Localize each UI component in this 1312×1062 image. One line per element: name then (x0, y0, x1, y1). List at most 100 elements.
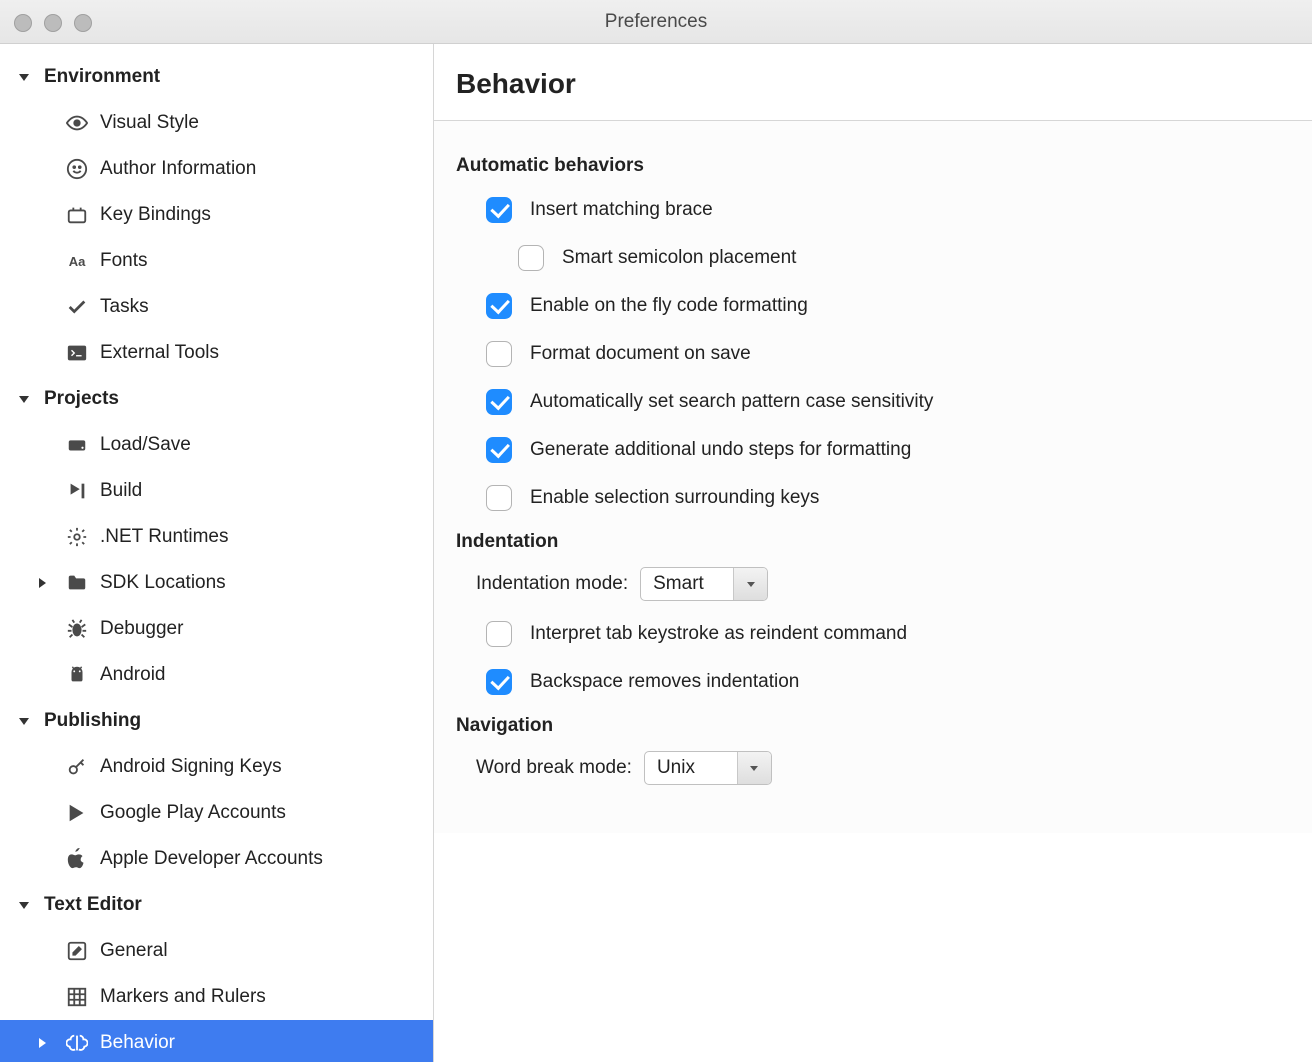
sidebar-item-markers-and-rulers[interactable]: Markers and Rulers (0, 974, 433, 1020)
sidebar-category-label: Projects (44, 388, 119, 410)
option-enable-on-the-fly-code-formatting[interactable]: Enable on the fly code formatting (484, 291, 1290, 321)
disclosure-triangle-right-icon (36, 577, 56, 589)
sidebar-item-label: SDK Locations (100, 572, 226, 594)
option-auto-case-sensitivity[interactable]: Automatically set search pattern case se… (484, 387, 1290, 417)
bug-icon (64, 616, 90, 642)
sidebar-item-label: External Tools (100, 342, 219, 364)
checkbox[interactable] (486, 197, 512, 223)
zoom-window-button[interactable] (74, 14, 92, 32)
option-smart-semicolon-placement[interactable]: Smart semicolon placement (516, 243, 1290, 273)
play-store-icon (64, 800, 90, 826)
page-title: Behavior (434, 44, 1312, 121)
checkbox[interactable] (486, 669, 512, 695)
section-heading-indentation: Indentation (456, 531, 1290, 553)
sidebar-item-key-bindings[interactable]: Key Bindings (0, 192, 433, 238)
sidebar-item-label: Behavior (100, 1032, 175, 1054)
terminal-icon (64, 340, 90, 366)
key-icon (64, 754, 90, 780)
sidebar-item-build[interactable]: Build (0, 468, 433, 514)
sidebar-item-label: Visual Style (100, 112, 199, 134)
disclosure-triangle-right-icon (36, 1037, 56, 1049)
option-label: Insert matching brace (530, 199, 713, 221)
sidebar-item-sdk-locations[interactable]: SDK Locations (0, 560, 433, 606)
indentation-mode-dropdown[interactable]: Smart (640, 567, 768, 601)
checkbox[interactable] (486, 621, 512, 647)
sidebar-item-label: Key Bindings (100, 204, 211, 226)
minimize-window-button[interactable] (44, 14, 62, 32)
sidebar-item-load-save[interactable]: Load/Save (0, 422, 433, 468)
rulers-icon (64, 984, 90, 1010)
sidebar-item-android-signing-keys[interactable]: Android Signing Keys (0, 744, 433, 790)
sidebar-item-behavior[interactable]: Behavior (0, 1020, 433, 1062)
sidebar-item-label: Apple Developer Accounts (100, 848, 323, 870)
disclosure-triangle-down-icon (18, 715, 38, 727)
option-backspace-removes-indentation[interactable]: Backspace removes indentation (484, 667, 1290, 697)
disclosure-triangle-down-icon (18, 899, 38, 911)
apple-icon (64, 846, 90, 872)
sidebar-item-label: Fonts (100, 250, 148, 272)
section-heading-automatic-behaviors: Automatic behaviors (456, 155, 1290, 177)
option-label: Format document on save (530, 343, 751, 365)
fonts-icon: Aa (64, 248, 90, 274)
sidebar-item-label: Android (100, 664, 166, 686)
option-insert-matching-brace[interactable]: Insert matching brace (484, 195, 1290, 225)
checkbox[interactable] (518, 245, 544, 271)
option-label: Automatically set search pattern case se… (530, 391, 933, 413)
option-enable-selection-surrounding-keys[interactable]: Enable selection surrounding keys (484, 483, 1290, 513)
option-label: Enable selection surrounding keys (530, 487, 819, 509)
preferences-sidebar[interactable]: Environment Visual Style Author Informat… (0, 44, 434, 1062)
option-label: Generate additional undo steps for forma… (530, 439, 911, 461)
sidebar-item-android[interactable]: Android (0, 652, 433, 698)
sidebar-item-visual-style[interactable]: Visual Style (0, 100, 433, 146)
option-label: Interpret tab keystroke as reindent comm… (530, 623, 907, 645)
sidebar-item-google-play-accounts[interactable]: Google Play Accounts (0, 790, 433, 836)
option-label: Enable on the fly code formatting (530, 295, 808, 317)
chevron-down-icon (733, 568, 767, 600)
field-label: Word break mode: (476, 757, 632, 779)
sidebar-item-label: .NET Runtimes (100, 526, 228, 548)
sidebar-category-projects[interactable]: Projects (0, 376, 433, 422)
drive-icon (64, 432, 90, 458)
dropdown-value: Smart (641, 568, 733, 600)
sidebar-item-author-information[interactable]: Author Information (0, 146, 433, 192)
sidebar-item-label: Debugger (100, 618, 183, 640)
option-format-document-on-save[interactable]: Format document on save (484, 339, 1290, 369)
field-indentation-mode: Indentation mode: Smart (476, 567, 1290, 601)
sidebar-category-environment[interactable]: Environment (0, 54, 433, 100)
checkbox[interactable] (486, 389, 512, 415)
option-undo-steps-for-formatting[interactable]: Generate additional undo steps for forma… (484, 435, 1290, 465)
checkbox[interactable] (486, 485, 512, 511)
field-word-break-mode: Word break mode: Unix (476, 751, 1290, 785)
checkbox[interactable] (486, 293, 512, 319)
sidebar-item-fonts[interactable]: Aa Fonts (0, 238, 433, 284)
chevron-down-icon (737, 752, 771, 784)
option-interpret-tab-as-reindent[interactable]: Interpret tab keystroke as reindent comm… (484, 619, 1290, 649)
smile-icon (64, 156, 90, 182)
brain-icon (64, 1030, 90, 1056)
close-window-button[interactable] (14, 14, 32, 32)
word-break-mode-dropdown[interactable]: Unix (644, 751, 772, 785)
sidebar-item-debugger[interactable]: Debugger (0, 606, 433, 652)
play-flag-icon (64, 478, 90, 504)
sidebar-item-label: Google Play Accounts (100, 802, 286, 824)
window-controls (14, 14, 92, 32)
option-label: Smart semicolon placement (562, 247, 796, 269)
sidebar-item-net-runtimes[interactable]: .NET Runtimes (0, 514, 433, 560)
sidebar-item-tasks[interactable]: Tasks (0, 284, 433, 330)
gear-icon (64, 524, 90, 550)
eye-icon (64, 110, 90, 136)
sidebar-item-external-tools[interactable]: External Tools (0, 330, 433, 376)
sidebar-item-label: Markers and Rulers (100, 986, 266, 1008)
sidebar-item-apple-developer-accounts[interactable]: Apple Developer Accounts (0, 836, 433, 882)
sidebar-category-publishing[interactable]: Publishing (0, 698, 433, 744)
edit-icon (64, 938, 90, 964)
sidebar-category-text-editor[interactable]: Text Editor (0, 882, 433, 928)
sidebar-item-label: Android Signing Keys (100, 756, 282, 778)
disclosure-triangle-down-icon (18, 71, 38, 83)
checkbox[interactable] (486, 437, 512, 463)
sidebar-category-label: Environment (44, 66, 160, 88)
checkbox[interactable] (486, 341, 512, 367)
keybinding-icon (64, 202, 90, 228)
titlebar: Preferences (0, 0, 1312, 44)
sidebar-item-general[interactable]: General (0, 928, 433, 974)
